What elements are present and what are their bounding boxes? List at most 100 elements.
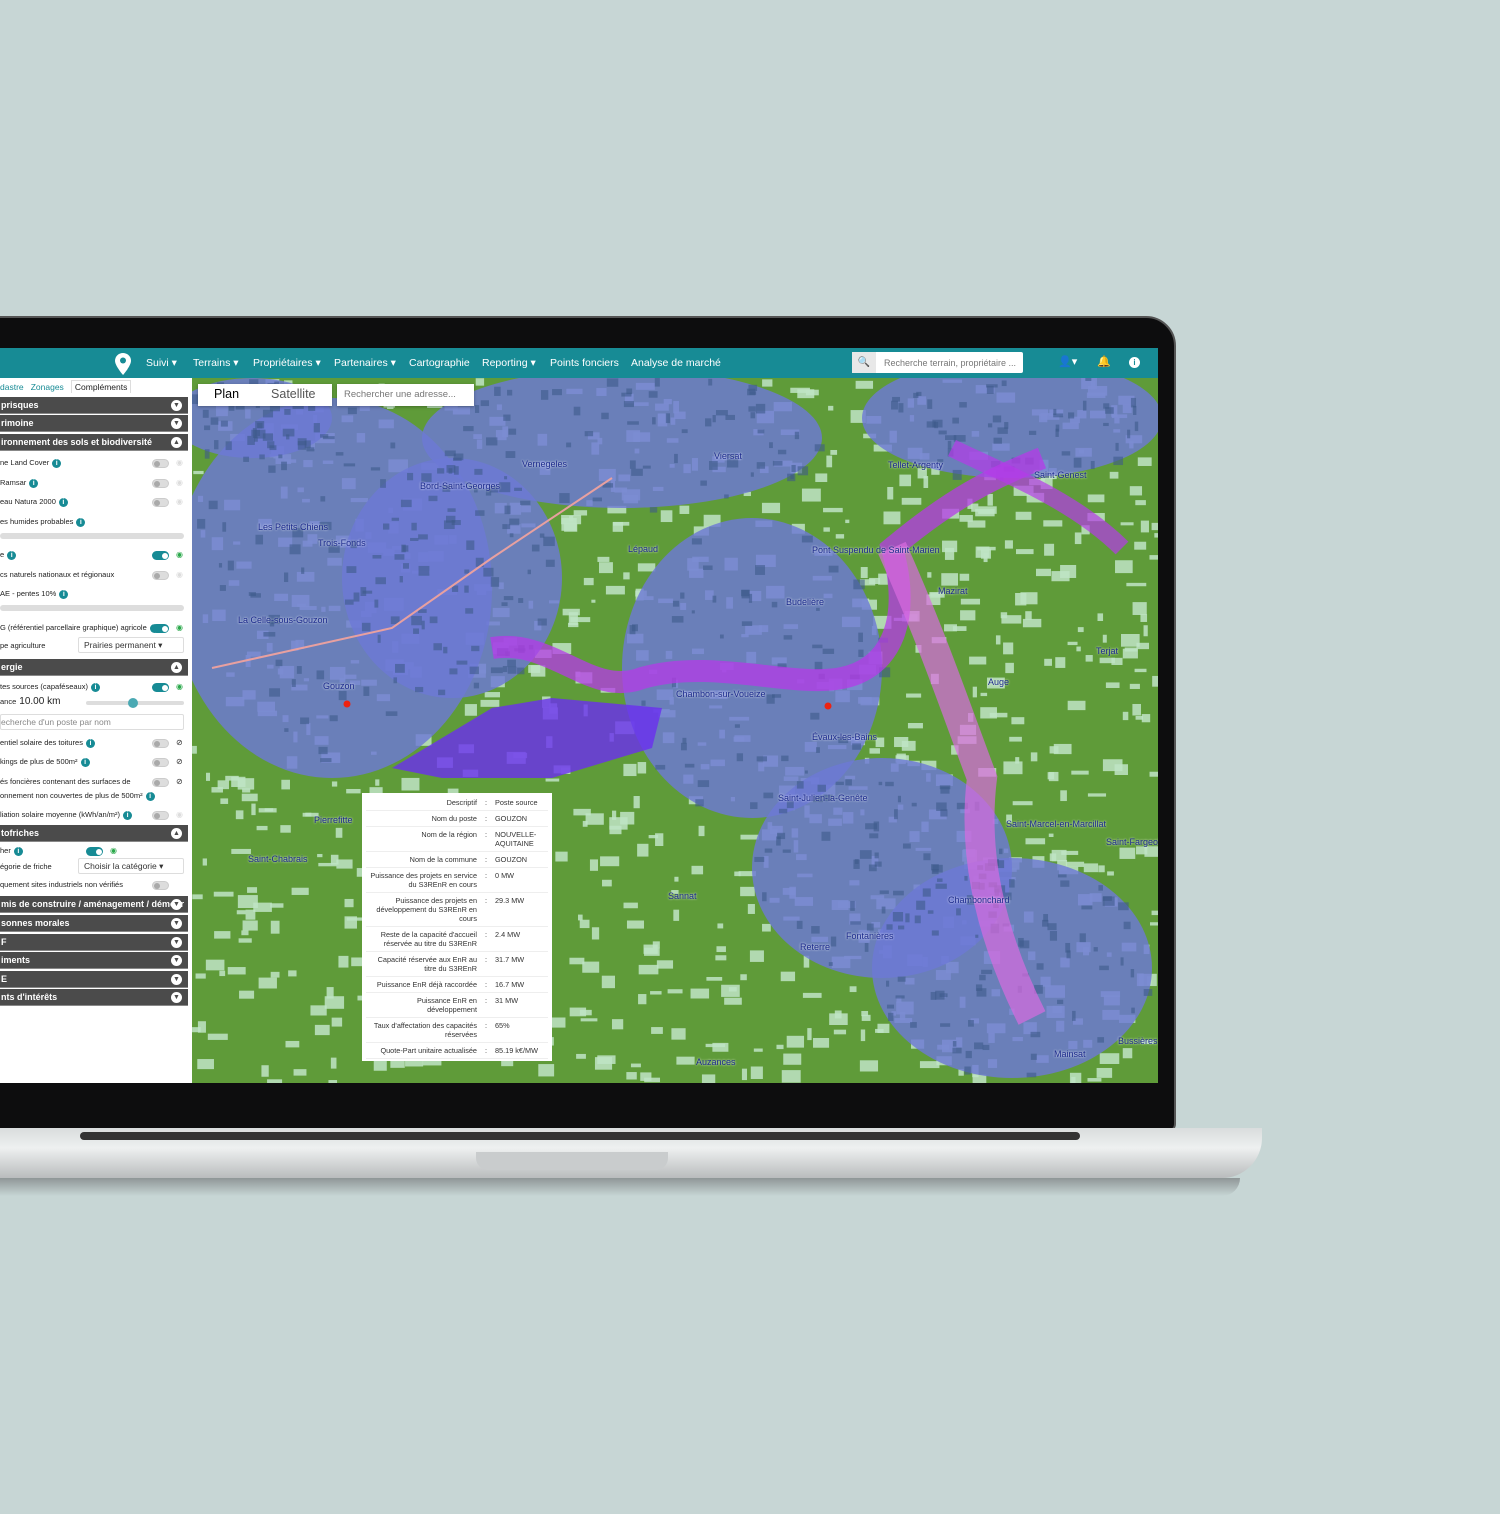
info-icon[interactable]: i — [58, 497, 68, 507]
section-header[interactable]: nts d'intérêts ▼ — [0, 989, 188, 1006]
nav-item[interactable]: Terrains ▾ — [193, 357, 239, 369]
layer-toggle[interactable] — [152, 739, 169, 748]
layer-toggle[interactable] — [152, 498, 169, 507]
nav-item[interactable]: Propriétaires ▾ — [253, 357, 321, 369]
chevron-down-icon[interactable]: ▼ — [171, 918, 182, 929]
section-header[interactable]: rimoine ▼ — [0, 415, 188, 432]
info-icon[interactable]: i — [29, 478, 39, 488]
forest-patch — [629, 460, 636, 469]
info-icon[interactable]: i — [85, 738, 95, 748]
nav-item[interactable]: Points fonciers — [550, 357, 619, 369]
forest-patch — [353, 592, 360, 602]
land-patch — [612, 522, 624, 532]
section-header[interactable]: tofriches ▲ — [0, 825, 188, 842]
chevron-down-icon[interactable]: ▼ — [171, 418, 182, 429]
chevron-up-icon[interactable]: ▲ — [171, 437, 182, 448]
tab-zonages[interactable]: Zonages — [31, 382, 64, 392]
nav-item[interactable]: Analyse de marché — [631, 357, 721, 369]
info-icon[interactable]: i — [1129, 357, 1140, 368]
layer-toggle[interactable] — [152, 811, 169, 820]
forest-patch — [891, 400, 898, 410]
chevron-down-icon[interactable]: ▼ — [171, 400, 182, 411]
section-header[interactable]: iments ▼ — [0, 952, 188, 969]
address-search-input[interactable]: Rechercher une adresse... — [337, 384, 474, 406]
global-search-input[interactable]: 🔍 Recherche terrain, propriétaire ... — [852, 352, 1023, 373]
map-canvas[interactable]: Plan Satellite Rechercher une adresse... — [192, 378, 1158, 1083]
info-icon[interactable]: i — [76, 517, 86, 527]
chevron-down-icon[interactable]: ▼ — [171, 899, 182, 910]
user-icon[interactable]: 👤▾ — [1058, 355, 1077, 368]
map-type-plan-button[interactable]: Plan — [198, 384, 255, 406]
forest-patch — [671, 616, 684, 623]
eye-slash-icon[interactable]: ⊘ — [176, 736, 183, 750]
chevron-up-icon[interactable]: ▲ — [171, 662, 182, 673]
info-icon[interactable]: i — [90, 682, 100, 692]
section-header[interactable]: sonnes morales ▼ — [0, 915, 188, 932]
section-header[interactable]: prisques ▼ — [0, 397, 188, 414]
section-header[interactable]: E ▼ — [0, 971, 188, 988]
land-patch — [236, 910, 246, 915]
info-icon[interactable]: i — [145, 791, 155, 801]
nav-item[interactable]: Cartographie — [409, 357, 470, 369]
layer-toggle[interactable] — [152, 571, 169, 580]
eye-icon[interactable]: ◉ — [110, 844, 117, 858]
map-type-satellite-button[interactable]: Satellite — [255, 384, 331, 406]
tab-cadastre[interactable]: dastre — [0, 382, 24, 392]
land-patch — [258, 977, 277, 989]
section-header[interactable]: ergie ▲ — [0, 659, 188, 676]
section-header[interactable]: F ▼ — [0, 934, 188, 951]
layer-select[interactable]: Prairies permanent ▾ — [78, 637, 184, 653]
bell-icon[interactable]: 🔔 — [1097, 355, 1111, 368]
slider-handle[interactable] — [128, 698, 139, 708]
tab-complements[interactable]: Compléments — [70, 380, 132, 393]
forest-patch — [394, 554, 405, 560]
eye-slash-icon[interactable]: ⊘ — [176, 755, 183, 769]
chevron-down-icon[interactable]: ▼ — [171, 937, 182, 948]
forest-patch — [465, 608, 474, 614]
layer-toggle[interactable] — [152, 881, 169, 890]
layer-toggle[interactable] — [152, 479, 169, 488]
info-icon[interactable]: i — [13, 846, 23, 856]
eye-icon[interactable]: ◉ — [176, 456, 183, 470]
info-icon[interactable]: i — [52, 458, 62, 468]
forest-patch — [1127, 429, 1131, 439]
chevron-up-icon[interactable]: ▲ — [171, 828, 182, 839]
section-header[interactable]: mis de construire / aménagement / démoli… — [0, 896, 188, 913]
layer-toggle[interactable] — [152, 778, 169, 787]
search-icon[interactable]: 🔍 — [852, 352, 876, 373]
chevron-down-icon[interactable]: ▼ — [171, 974, 182, 985]
layer-toggle[interactable] — [152, 551, 169, 560]
nav-item[interactable]: Partenaires ▾ — [334, 357, 396, 369]
eye-icon[interactable]: ◉ — [176, 808, 183, 822]
info-icon[interactable]: i — [59, 589, 69, 599]
info-icon[interactable]: i — [7, 550, 17, 560]
layer-row: e i ◉ — [0, 548, 188, 562]
chevron-down-icon[interactable]: ▼ — [171, 992, 182, 1003]
eye-icon[interactable]: ◉ — [176, 548, 183, 562]
layer-toggle[interactable] — [152, 683, 169, 692]
land-patch — [611, 1019, 624, 1030]
info-icon[interactable]: i — [123, 810, 133, 820]
logo-pin-icon[interactable] — [115, 353, 131, 375]
section-header[interactable]: ironnement des sols et biodiversité ▲ — [0, 434, 188, 451]
chevron-down-icon[interactable]: ▼ — [171, 955, 182, 966]
eye-icon[interactable]: ◉ — [176, 621, 183, 635]
layer-toggle[interactable] — [152, 758, 169, 767]
section-header-label: prisques — [1, 400, 39, 410]
layer-toggle[interactable] — [152, 459, 169, 468]
map-layers[interactable] — [192, 378, 1158, 1083]
info-icon[interactable]: i — [80, 757, 90, 767]
eye-icon[interactable]: ◉ — [176, 476, 183, 490]
substation-search-input[interactable]: echerche d'un poste par nom — [0, 714, 184, 730]
distance-slider[interactable] — [86, 698, 184, 708]
eye-icon[interactable]: ◉ — [176, 568, 183, 582]
layer-select[interactable]: Choisir la catégorie ▾ — [78, 858, 184, 874]
layer-toggle[interactable] — [86, 847, 103, 856]
layer-toggle[interactable] — [152, 624, 169, 633]
eye-icon[interactable]: ◉ — [176, 680, 183, 694]
land-patch — [1044, 543, 1055, 556]
nav-item[interactable]: Suivi ▾ — [146, 357, 177, 369]
nav-item[interactable]: Reporting ▾ — [482, 357, 536, 369]
eye-icon[interactable]: ◉ — [176, 495, 183, 509]
eye-slash-icon[interactable]: ⊘ — [176, 775, 183, 789]
